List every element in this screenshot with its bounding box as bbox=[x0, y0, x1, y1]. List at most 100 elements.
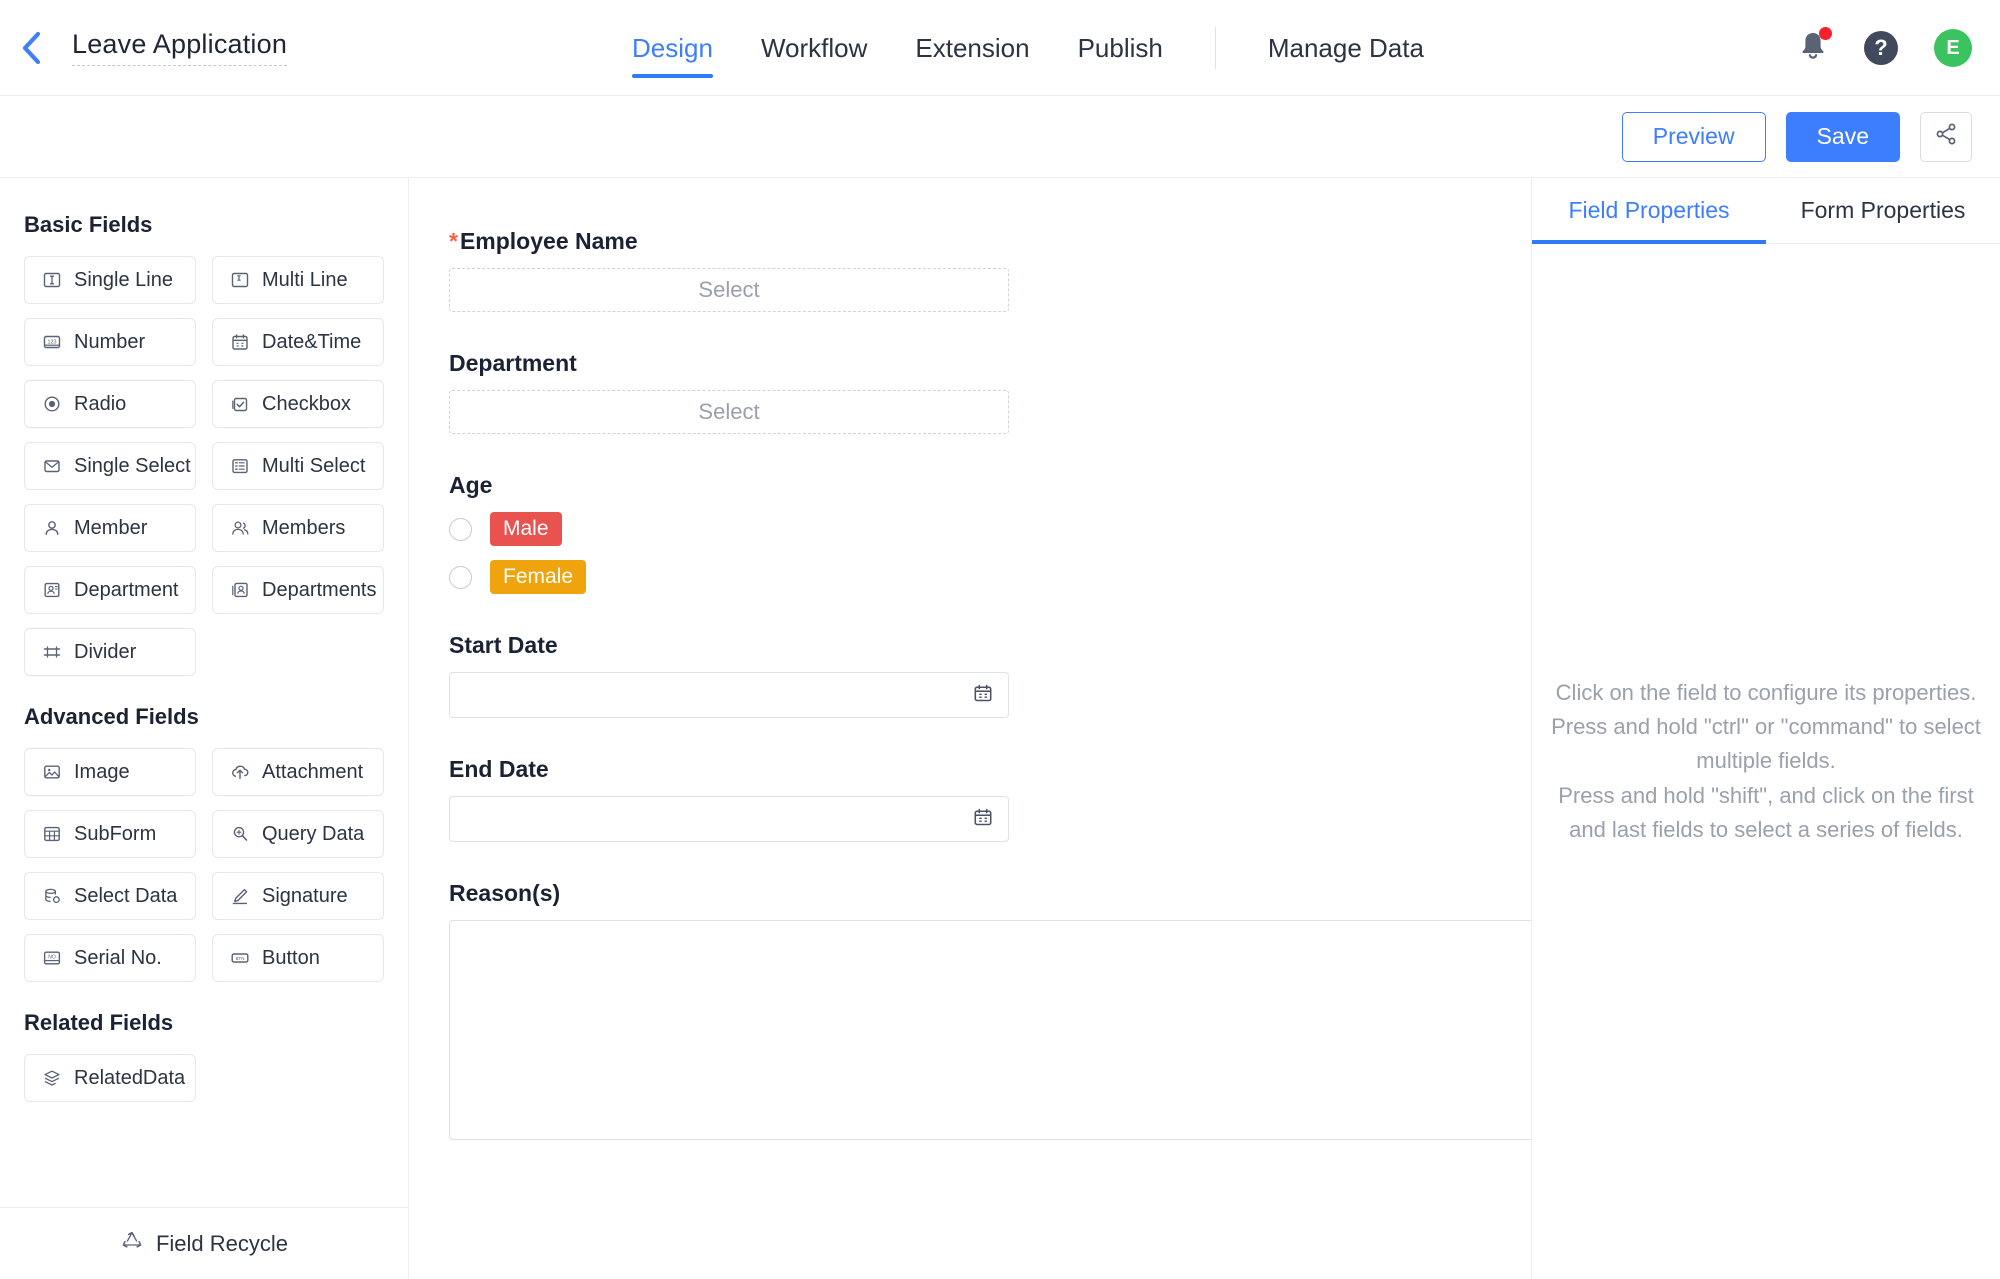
nav-item-publish[interactable]: Publish bbox=[1054, 0, 1187, 96]
palette-item-label: Signature bbox=[262, 884, 348, 907]
nav-item-manage-data[interactable]: Manage Data bbox=[1244, 0, 1448, 96]
palette-item-label: Multi Select bbox=[262, 454, 366, 477]
palette-item-multi-select[interactable]: Multi Select bbox=[212, 442, 384, 490]
svg-text:BTN: BTN bbox=[236, 956, 245, 961]
palette-item-divider[interactable]: Divider bbox=[24, 628, 196, 676]
properties-empty-hint: Click on the field to configure its prop… bbox=[1532, 244, 2000, 1279]
palette-item-button[interactable]: BTN Button bbox=[212, 934, 384, 982]
calendar-icon bbox=[229, 331, 251, 353]
nav-item-design[interactable]: Design bbox=[608, 0, 737, 96]
radio-button[interactable] bbox=[449, 565, 472, 589]
palette-item-label: Attachment bbox=[262, 760, 364, 783]
radio-option-male[interactable]: Male bbox=[449, 512, 1529, 547]
palette-item-multi-line[interactable]: Multi Line bbox=[212, 256, 384, 304]
palette-item-signature[interactable]: Signature bbox=[212, 872, 384, 920]
start-date-input[interactable] bbox=[449, 672, 1009, 719]
palette-item-label: Multi Line bbox=[262, 268, 348, 291]
palette-item-serial-no[interactable]: NO Serial No. bbox=[24, 934, 196, 982]
help-button[interactable]: ? bbox=[1864, 31, 1898, 65]
employee-name-select[interactable]: Select bbox=[449, 268, 1009, 312]
form-field-department[interactable]: Department Select bbox=[449, 350, 1529, 434]
palette-item-date-time[interactable]: Date&Time bbox=[212, 318, 384, 366]
palette-item-single-line[interactable]: Single Line bbox=[24, 256, 196, 304]
palette-item-label: SubForm bbox=[74, 822, 157, 845]
recycle-icon bbox=[120, 1229, 144, 1259]
select-placeholder: Select bbox=[698, 399, 760, 424]
field-recycle-button[interactable]: Field Recycle bbox=[0, 1207, 408, 1279]
related-data-icon bbox=[41, 1067, 63, 1089]
nav-label: Design bbox=[632, 32, 713, 63]
share-icon bbox=[1934, 122, 1958, 151]
palette-item-radio[interactable]: Radio bbox=[24, 380, 196, 428]
field-label-text: Department bbox=[449, 350, 577, 376]
field-label-text: Start Date bbox=[449, 632, 558, 659]
form-canvas[interactable]: * Employee Name Select Department Select bbox=[409, 178, 1532, 1279]
palette-item-select-data[interactable]: Select Data bbox=[24, 872, 196, 920]
avatar[interactable]: E bbox=[1934, 29, 1972, 67]
option-tag-female: Female bbox=[490, 560, 587, 595]
notifications-button[interactable] bbox=[1798, 26, 1832, 67]
tab-label: Field Properties bbox=[1568, 197, 1730, 223]
nav-item-extension[interactable]: Extension bbox=[891, 0, 1053, 96]
field-label: Department bbox=[449, 350, 1529, 377]
nav-item-workflow[interactable]: Workflow bbox=[737, 0, 891, 96]
back-button[interactable] bbox=[0, 0, 62, 96]
palette-item-attachment[interactable]: Attachment bbox=[212, 748, 384, 796]
tab-field-properties[interactable]: Field Properties bbox=[1532, 178, 1766, 244]
share-button[interactable] bbox=[1920, 111, 1972, 162]
palette-item-label: Date&Time bbox=[262, 330, 362, 353]
question-mark-icon: ? bbox=[1874, 35, 1888, 60]
app-title[interactable]: Leave Application bbox=[72, 29, 288, 66]
radio-option-female[interactable]: Female bbox=[449, 560, 1529, 595]
field-palette-sidebar: Basic Fields Single Line Multi Line 123 … bbox=[0, 178, 409, 1279]
single-select-icon bbox=[41, 455, 63, 477]
field-label-text: End Date bbox=[449, 756, 549, 783]
palette-scroll[interactable]: Basic Fields Single Line Multi Line 123 … bbox=[0, 178, 408, 1207]
form-field-end-date[interactable]: End Date bbox=[449, 756, 1529, 843]
basic-fields-grid: Single Line Multi Line 123 Number Date&T… bbox=[24, 256, 384, 676]
radio-button[interactable] bbox=[449, 517, 472, 541]
palette-item-member[interactable]: Member bbox=[24, 504, 196, 552]
form-field-start-date[interactable]: Start Date bbox=[449, 632, 1529, 719]
palette-item-number[interactable]: 123 Number bbox=[24, 318, 196, 366]
end-date-input[interactable] bbox=[449, 796, 1009, 843]
palette-item-department[interactable]: Department bbox=[24, 566, 196, 614]
tab-form-properties[interactable]: Form Properties bbox=[1766, 178, 2000, 243]
single-line-icon bbox=[41, 269, 63, 291]
form-field-employee-name[interactable]: * Employee Name Select bbox=[449, 228, 1529, 312]
palette-item-label: Radio bbox=[74, 392, 127, 415]
palette-item-related-data[interactable]: RelatedData bbox=[24, 1054, 196, 1102]
group-title-basic-fields: Basic Fields bbox=[24, 212, 153, 237]
palette-item-subform[interactable]: SubForm bbox=[24, 810, 196, 858]
palette-item-checkbox[interactable]: Checkbox bbox=[212, 380, 384, 428]
svg-text:NO: NO bbox=[48, 955, 56, 961]
calendar-icon bbox=[972, 806, 994, 833]
palette-item-query-data[interactable]: Query Data bbox=[212, 810, 384, 858]
body: Basic Fields Single Line Multi Line 123 … bbox=[0, 178, 2000, 1279]
palette-item-label: Member bbox=[74, 516, 148, 539]
palette-item-label: Image bbox=[74, 760, 130, 783]
palette-item-label: Divider bbox=[74, 640, 137, 663]
reasons-textarea[interactable] bbox=[449, 920, 1531, 1141]
form-fields-container: * Employee Name Select Department Select bbox=[449, 228, 1531, 1141]
palette-item-label: Number bbox=[74, 330, 146, 353]
palette-item-single-select[interactable]: Single Select bbox=[24, 442, 196, 490]
save-button[interactable]: Save bbox=[1785, 111, 1900, 162]
hint-line-3: Press and hold "shift", and click on the… bbox=[1558, 782, 1974, 842]
form-field-age[interactable]: Age Male Female bbox=[449, 472, 1529, 595]
hint-text: Click on the field to configure its prop… bbox=[1546, 676, 1986, 846]
palette-item-label: Single Select bbox=[74, 454, 191, 477]
palette-item-departments[interactable]: Departments bbox=[212, 566, 384, 614]
select-placeholder: Select bbox=[698, 277, 760, 302]
divider-icon bbox=[41, 641, 63, 663]
palette-item-label: Button bbox=[262, 946, 320, 969]
nav-divider bbox=[1214, 27, 1216, 69]
image-icon bbox=[41, 761, 63, 783]
field-label: Start Date bbox=[449, 632, 1529, 659]
preview-button[interactable]: Preview bbox=[1621, 111, 1766, 162]
palette-item-members[interactable]: Members bbox=[212, 504, 384, 552]
department-select[interactable]: Select bbox=[449, 390, 1009, 434]
palette-item-image[interactable]: Image bbox=[24, 748, 196, 796]
form-field-reasons[interactable]: Reason(s) bbox=[449, 880, 1531, 1141]
svg-text:123: 123 bbox=[48, 339, 57, 345]
